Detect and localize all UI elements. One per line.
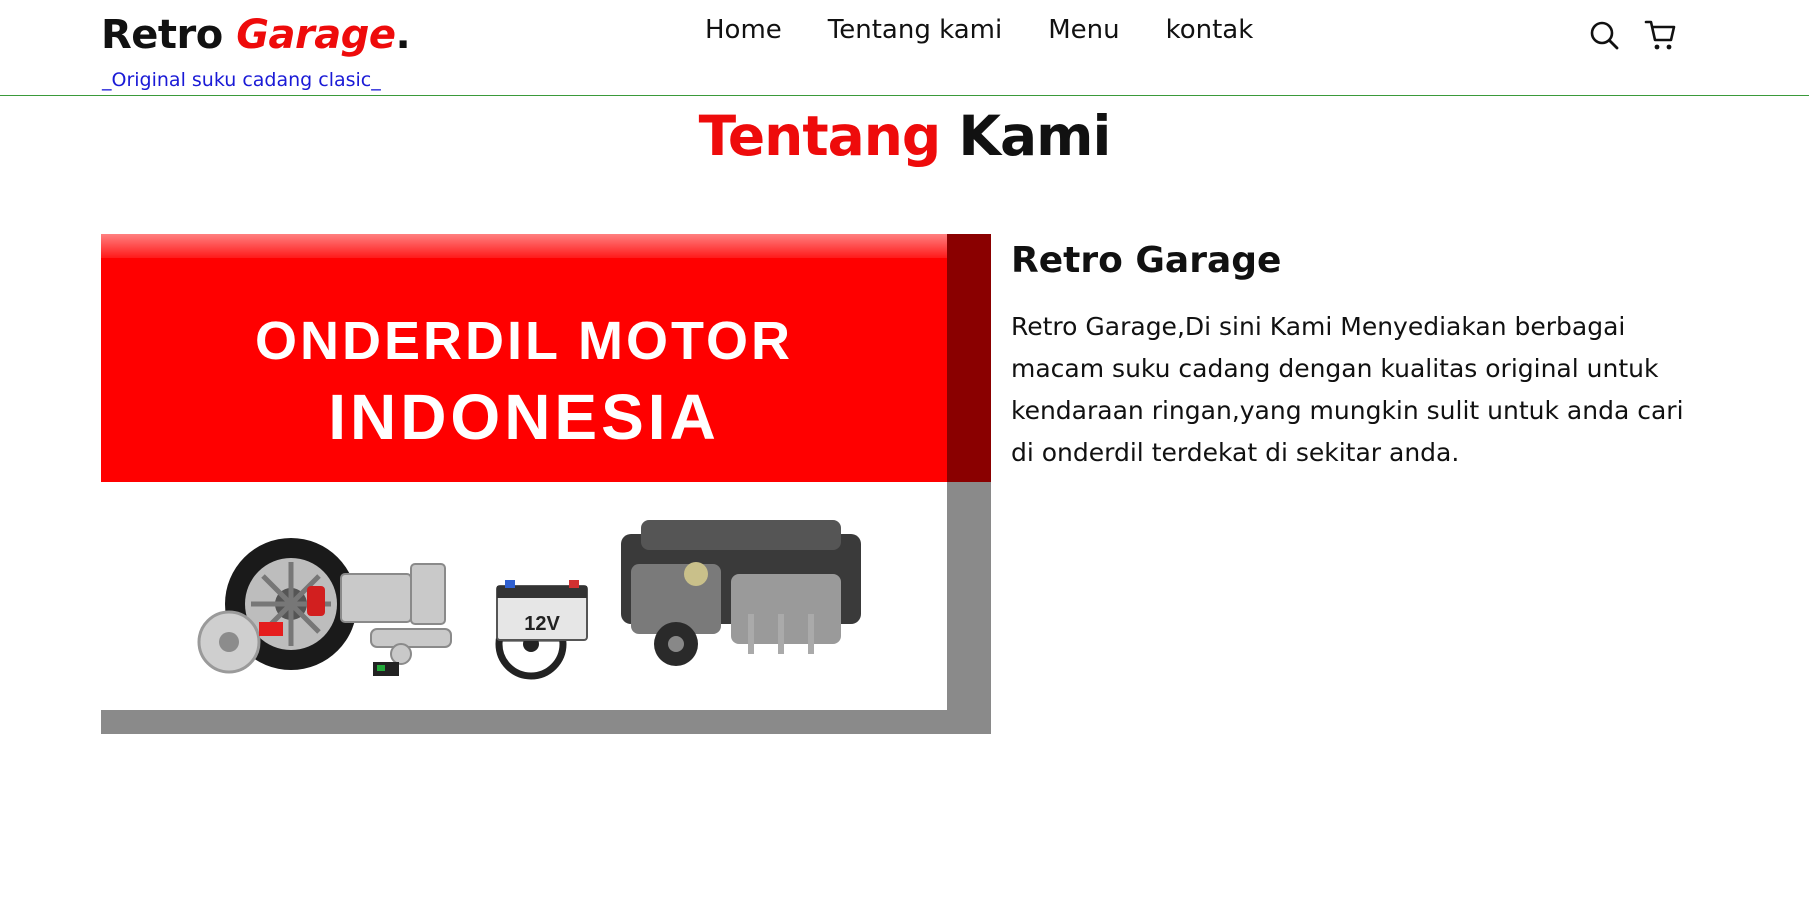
logo[interactable]: Retro Garage.: [101, 12, 411, 58]
small-part-icon: [373, 662, 399, 676]
battery-label: 12V: [524, 613, 560, 635]
about-description: Retro Garage,Di sini Kami Menyediakan be…: [1011, 312, 1684, 467]
section-title-accent: Tentang: [698, 104, 942, 168]
navbar: Retro Garage. _Original suku cadang clas…: [0, 0, 1809, 96]
logo-dot: .: [395, 12, 411, 58]
nav-kontak[interactable]: kontak: [1166, 15, 1254, 45]
nav-icons: [1588, 18, 1678, 52]
assorted-parts-icon: [340, 563, 452, 665]
logo-accent: Garage: [236, 12, 396, 58]
about-heading: Retro Garage: [1011, 240, 1282, 281]
auto-parts-illustration: 12V: [197, 520, 861, 680]
section-title: Tentang Kami: [0, 104, 1809, 168]
nav-home[interactable]: Home: [705, 15, 782, 45]
battery-icon: 12V: [496, 580, 588, 641]
main-nav: Home Tentang kami Menu kontak: [705, 15, 1253, 45]
nav-tentang-kami[interactable]: Tentang kami: [828, 15, 1002, 45]
section-title-rest: Kami: [958, 104, 1111, 168]
shopping-cart-icon[interactable]: [1644, 18, 1678, 52]
search-icon[interactable]: [1588, 18, 1622, 52]
engine-icon: [621, 520, 861, 666]
logo-text: Retro: [101, 12, 237, 58]
nav-menu[interactable]: Menu: [1048, 15, 1119, 45]
about-banner-image: ONDERDIL MOTOR INDONESIA 12V: [101, 234, 991, 734]
tagline: _Original suku cadang clasic_: [102, 69, 381, 91]
